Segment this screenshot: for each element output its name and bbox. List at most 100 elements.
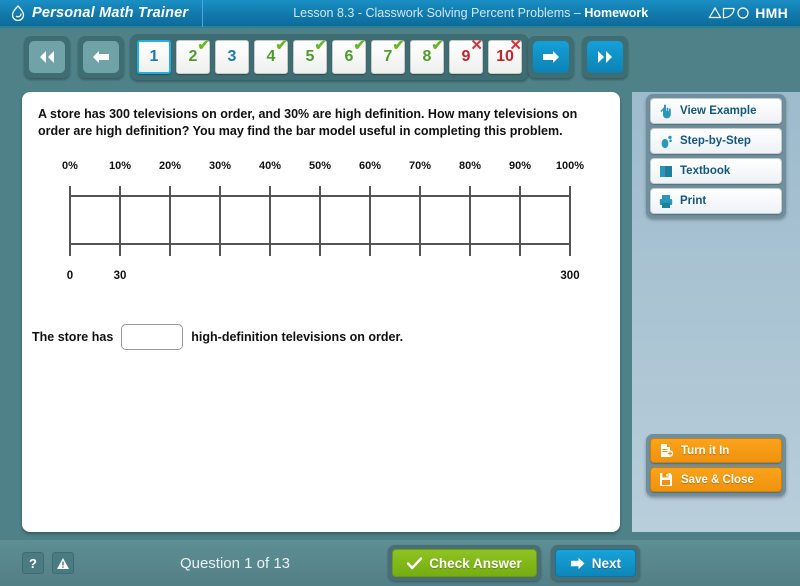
first-question-button[interactable]	[24, 36, 70, 78]
problem-statement: A store has 300 televisions on order, an…	[38, 107, 578, 138]
floppy-disk-icon	[659, 472, 673, 487]
check-answer-button[interactable]: Check Answer	[392, 549, 537, 577]
bar-model-percent-labels: 0% 10% 20% 30% 40% 50% 60% 70% 80% 90% 100%	[62, 160, 584, 176]
bar-model-percent-label: 50%	[308, 160, 332, 172]
correct-mark-icon: ✔	[275, 37, 288, 54]
alert-button[interactable]	[52, 552, 74, 574]
arrow-right-icon	[570, 557, 585, 569]
bar-model-tick-line	[219, 186, 221, 256]
last-question-button[interactable]	[582, 36, 628, 78]
previous-question-button[interactable]	[78, 36, 124, 78]
question-button-label: 1	[149, 48, 159, 65]
question-button-7[interactable]: 7 ✔	[371, 37, 405, 74]
last-question-button-face	[587, 41, 623, 73]
next-question-button[interactable]	[528, 36, 574, 78]
question-button-3[interactable]: 3	[215, 40, 249, 74]
footprint-icon	[659, 134, 673, 149]
question-button-label: 7	[383, 48, 393, 65]
lesson-title-text: Lesson 8.3 - Classwork Solving Percent P…	[293, 6, 585, 20]
tool-button-view-example[interactable]: View Example	[650, 98, 782, 124]
lesson-mode: Homework	[584, 6, 649, 20]
tool-button-textbook[interactable]: Textbook	[650, 158, 782, 184]
lesson-title: Lesson 8.3 - Classwork Solving Percent P…	[203, 6, 708, 20]
incorrect-mark-icon: ✕	[470, 37, 483, 54]
tool-button-print[interactable]: Print	[650, 188, 782, 214]
warning-triangle-icon	[57, 557, 69, 569]
tool-button-label: Textbook	[680, 165, 731, 177]
bar-model-tick-line	[319, 186, 321, 256]
correct-mark-icon: ✔	[353, 37, 366, 54]
action-button-turn-it-in[interactable]: Turn it In	[650, 438, 782, 463]
app-footer: ? Question 1 of 13 Check Answer Next	[0, 540, 800, 586]
check-answer-label: Check Answer	[429, 555, 522, 571]
correct-mark-icon: ✔	[197, 37, 210, 54]
question-button-label: 9	[461, 48, 471, 65]
question-panel: A store has 300 televisions on order, an…	[22, 92, 620, 532]
help-label: ?	[29, 555, 37, 571]
bar-model-percent-label: 20%	[158, 160, 182, 172]
bar-model-tick-line	[119, 186, 121, 256]
droplet-outline-icon	[11, 5, 25, 21]
document-plus-icon	[659, 443, 674, 458]
bar-model-percent-label: 60%	[358, 160, 382, 172]
question-button-label: 6	[344, 48, 354, 65]
question-button-label: 5	[305, 48, 315, 65]
bar-model-percent-label: 40%	[258, 160, 282, 172]
question-button-5[interactable]: 5 ✔	[293, 37, 327, 74]
previous-question-button-face	[83, 41, 119, 73]
arrow-left-icon	[93, 51, 109, 63]
help-button[interactable]: ?	[22, 552, 44, 574]
question-button-4[interactable]: 4 ✔	[254, 37, 288, 74]
question-button-label: 8	[422, 48, 432, 65]
app-root: Personal Math Trainer Lesson 8.3 - Class…	[0, 0, 800, 586]
answer-input[interactable]	[121, 324, 184, 350]
publisher-name: HMH	[755, 5, 788, 21]
action-button-label: Save & Close	[681, 473, 754, 486]
tool-button-label: Print	[680, 195, 707, 207]
tool-button-group: View Example Step-by-Step Textbook Print	[646, 94, 786, 218]
tools-sidebar: View Example Step-by-Step Textbook Print Tu…	[632, 92, 800, 532]
answer-suffix: high-definition televisions on order.	[191, 330, 404, 344]
question-button-label: 3	[227, 48, 237, 65]
question-number-strip: 1 2 ✔ 3 4 ✔ 5 ✔ 6 ✔ 7 ✔ 8 ✔ 9 ✕ 10 ✕	[130, 34, 529, 80]
next-button-label: Next	[591, 555, 621, 571]
incorrect-mark-icon: ✕	[509, 37, 522, 54]
app-header: Personal Math Trainer Lesson 8.3 - Class…	[0, 0, 800, 28]
tool-button-step-by-step[interactable]: Step-by-Step	[650, 128, 782, 154]
question-button-8[interactable]: 8 ✔	[410, 37, 444, 74]
correct-mark-icon: ✔	[314, 37, 327, 54]
brand: Personal Math Trainer	[0, 0, 204, 27]
action-button-group: Turn it In Save & Close	[646, 434, 786, 496]
brand-title: Personal Math Trainer	[32, 5, 189, 21]
book-icon	[659, 164, 673, 179]
printer-icon	[659, 194, 673, 209]
bar-model-percent-label: 70%	[408, 160, 432, 172]
correct-mark-icon: ✔	[392, 37, 405, 54]
next-button-shell: Next	[550, 545, 640, 581]
bar-model-value-label: 300	[560, 270, 580, 282]
double-chevron-left-icon	[40, 51, 54, 63]
bar-model-percent-label: 30%	[208, 160, 232, 172]
action-button-save-close[interactable]: Save & Close	[650, 467, 782, 492]
bar-model-value-label: 30	[113, 270, 127, 282]
bar-model-percent-label: 80%	[458, 160, 482, 172]
arrow-right-icon	[543, 51, 559, 63]
bar-model-tick-line	[69, 186, 71, 256]
question-button-6[interactable]: 6 ✔	[332, 37, 366, 74]
next-button[interactable]: Next	[554, 549, 636, 577]
answer-prefix: The store has	[32, 330, 114, 344]
question-button-2[interactable]: 2 ✔	[176, 37, 210, 74]
first-question-button-face	[29, 41, 65, 73]
question-button-9[interactable]: 9 ✕	[449, 37, 483, 74]
correct-mark-icon: ✔	[431, 37, 444, 54]
question-button-1[interactable]: 1	[137, 40, 171, 74]
answer-sentence: The store has high-definition television…	[32, 324, 403, 350]
bar-model-percent-label: 100%	[555, 160, 585, 172]
triangle-swoosh-circle-icon	[708, 6, 749, 19]
question-button-10[interactable]: 10 ✕	[488, 37, 522, 74]
publisher-logo: HMH	[708, 5, 800, 21]
bar-model-tick-line	[269, 186, 271, 256]
pointing-hand-icon	[659, 104, 673, 119]
double-chevron-right-icon	[598, 51, 612, 63]
bar-model-percent-label: 90%	[508, 160, 532, 172]
